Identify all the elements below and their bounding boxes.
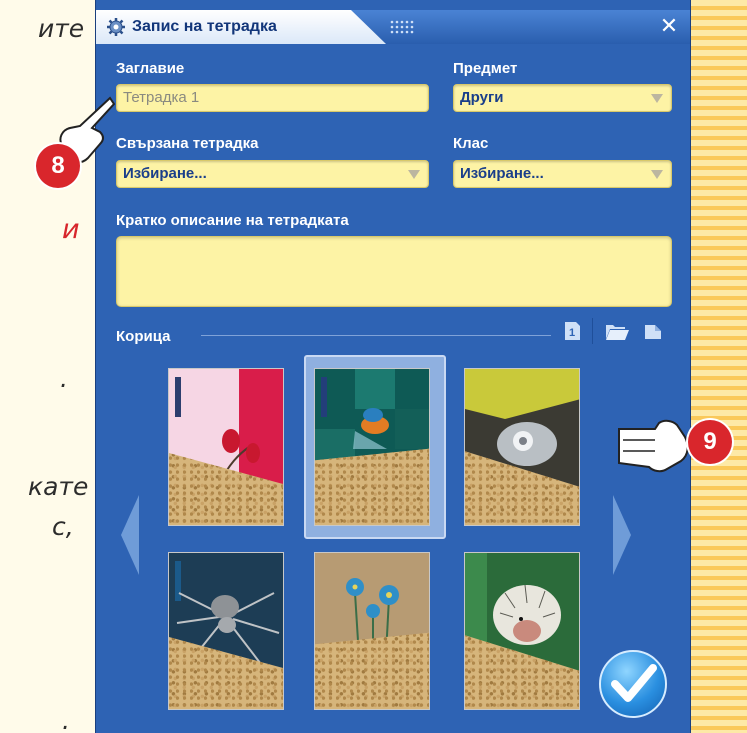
title-input[interactable]: Тетрадка 1 (116, 84, 429, 112)
folder-open-icon[interactable] (604, 320, 630, 342)
cover-divider (201, 335, 551, 336)
thumb-flower-pink[interactable] (168, 368, 284, 526)
thumb-porcupine[interactable] (464, 552, 580, 710)
class-select[interactable]: Избиране... (453, 160, 672, 188)
pointing-hand-icon (618, 419, 689, 473)
class-value: Избиране... (460, 165, 544, 182)
grip-icon[interactable] (389, 19, 415, 35)
page-number-text: 1 (569, 327, 575, 339)
thumb-spider[interactable] (168, 552, 284, 710)
gear-icon (107, 18, 125, 36)
description-label: Кратко описание на тетрадката (116, 212, 349, 229)
toolbar-separator (592, 318, 593, 344)
thumb-kingfisher[interactable] (314, 368, 430, 526)
bg-text-line: и (62, 214, 80, 245)
dialog-title: Запис на тетрадка (132, 18, 277, 35)
new-page-icon[interactable] (642, 320, 664, 342)
confirm-button[interactable] (599, 650, 667, 718)
title-label: Заглавие (116, 60, 185, 77)
subject-value: Други (460, 89, 504, 106)
chevron-down-icon (408, 170, 420, 179)
bg-text-line: . (62, 706, 70, 733)
cover-label: Корица (116, 328, 171, 345)
dialog-title-tab: Запис на тетрадка (96, 10, 386, 44)
callout-badge: 9 (688, 420, 732, 464)
subject-label: Предмет (453, 60, 518, 77)
previous-arrow-icon[interactable] (121, 495, 141, 575)
checkmark-icon (611, 664, 657, 702)
bg-text-line: ите (38, 14, 85, 43)
bg-text-line: кате (28, 472, 89, 501)
chevron-down-icon (651, 94, 663, 103)
thumb-blue-flowers[interactable] (314, 552, 430, 710)
close-icon[interactable]: ✕ (656, 14, 682, 40)
linked-notebook-select[interactable]: Избиране... (116, 160, 429, 188)
save-notebook-dialog: Запис на тетрадка ✕ Заглавие Тетрадка 1 … (95, 0, 691, 733)
bg-text-line: . (60, 364, 68, 393)
class-label: Клас (453, 135, 489, 152)
bg-text-line: с, (52, 512, 74, 541)
callout-badge: 8 (36, 144, 80, 188)
chevron-down-icon (651, 170, 663, 179)
striped-background (688, 0, 747, 733)
dialog-titlebar[interactable]: Запис на тетрадка ✕ (96, 10, 690, 44)
linked-notebook-label: Свързана тетрадка (116, 135, 259, 152)
linked-notebook-value: Избиране... (123, 165, 207, 182)
description-textarea[interactable] (116, 236, 672, 307)
next-arrow-icon[interactable] (611, 495, 631, 575)
subject-select[interactable]: Други (453, 84, 672, 112)
thumb-car-headlight[interactable] (464, 368, 580, 526)
page-number-icon[interactable]: 1 (561, 320, 583, 342)
